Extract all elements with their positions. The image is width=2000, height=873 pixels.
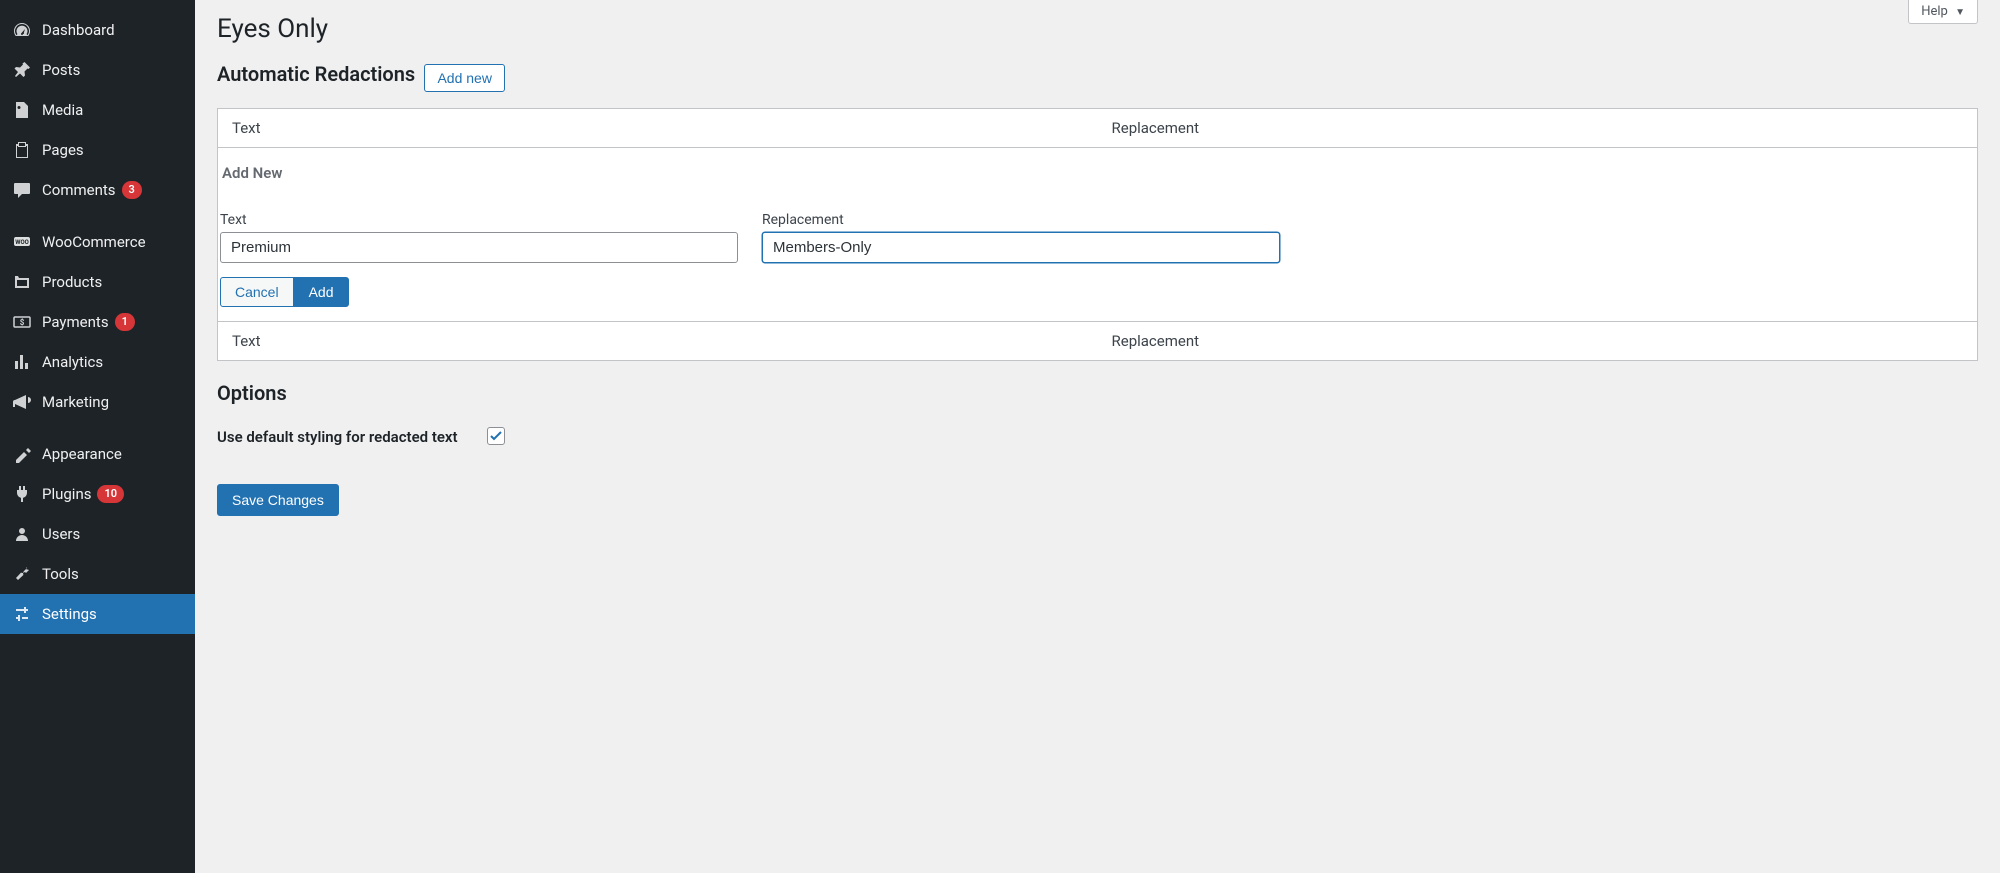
col-text-footer: Text [218, 322, 1098, 361]
sidebar-item-woocommerce[interactable]: WOO WooCommerce [0, 222, 195, 262]
replacement-field-label: Replacement [762, 212, 1280, 228]
sidebar-item-label: Marketing [42, 393, 109, 411]
sidebar-item-appearance[interactable]: Appearance [0, 434, 195, 474]
dashboard-icon [12, 20, 32, 40]
main-content: Help ▼ Eyes Only Automatic Redactions Ad… [195, 0, 2000, 873]
sidebar-item-label: Settings [42, 605, 97, 623]
analytics-icon [12, 352, 32, 372]
sidebar-item-label: Users [42, 525, 80, 543]
sidebar-item-label: Analytics [42, 353, 103, 371]
add-button[interactable]: Add [294, 277, 349, 307]
sidebar-item-label: Pages [42, 141, 84, 159]
sidebar-item-label: Tools [42, 565, 79, 583]
svg-text:$: $ [20, 318, 25, 327]
sidebar-item-label: Dashboard [42, 21, 115, 39]
help-tab[interactable]: Help ▼ [1908, 0, 1978, 24]
appearance-icon [12, 444, 32, 464]
admin-sidebar: Dashboard Posts Media Pages Comments 3 W… [0, 0, 195, 873]
marketing-icon [12, 392, 32, 412]
default-styling-checkbox[interactable] [487, 427, 505, 445]
payments-icon: $ [12, 312, 32, 332]
payments-badge: 1 [115, 313, 135, 330]
sidebar-item-pages[interactable]: Pages [0, 130, 195, 170]
options-heading: Options [217, 381, 1978, 405]
sidebar-item-label: Payments [42, 313, 109, 331]
chevron-down-icon: ▼ [1955, 7, 1965, 18]
sidebar-item-marketing[interactable]: Marketing [0, 382, 195, 422]
col-replacement-footer: Replacement [1098, 322, 1978, 361]
users-icon [12, 524, 32, 544]
sidebar-item-plugins[interactable]: Plugins 10 [0, 474, 195, 514]
sidebar-item-label: Media [42, 101, 83, 119]
sidebar-item-label: Posts [42, 61, 80, 79]
col-replacement-header: Replacement [1098, 109, 1978, 148]
sidebar-item-tools[interactable]: Tools [0, 554, 195, 594]
comments-badge: 3 [122, 181, 142, 198]
cancel-button[interactable]: Cancel [220, 277, 294, 307]
save-changes-button[interactable]: Save Changes [217, 484, 339, 516]
col-text-header: Text [218, 109, 1098, 148]
sidebar-item-label: Comments [42, 181, 116, 199]
sidebar-item-analytics[interactable]: Analytics [0, 342, 195, 382]
products-icon [12, 272, 32, 292]
sidebar-item-users[interactable]: Users [0, 514, 195, 554]
automatic-redactions-heading: Automatic Redactions [217, 62, 415, 86]
settings-icon [12, 604, 32, 624]
add-new-form: Add New Text Replacement Cancel A [218, 148, 1977, 321]
sidebar-item-label: Plugins [42, 485, 91, 503]
sidebar-item-products[interactable]: Products [0, 262, 195, 302]
sidebar-item-comments[interactable]: Comments 3 [0, 170, 195, 210]
sidebar-item-settings[interactable]: Settings [0, 594, 195, 634]
default-styling-label: Use default styling for redacted text [217, 427, 487, 448]
media-icon [12, 100, 32, 120]
sidebar-separator [0, 422, 195, 434]
redactions-table: Text Replacement Add New Text Replacemen… [217, 108, 1978, 361]
sidebar-item-payments[interactable]: $ Payments 1 [0, 302, 195, 342]
plugins-badge: 10 [97, 485, 124, 502]
text-field-label: Text [220, 212, 738, 228]
sidebar-item-label: Appearance [42, 445, 122, 463]
plugins-icon [12, 484, 32, 504]
comment-icon [12, 180, 32, 200]
woo-icon: WOO [12, 232, 32, 252]
sidebar-item-media[interactable]: Media [0, 90, 195, 130]
sidebar-item-posts[interactable]: Posts [0, 50, 195, 90]
page-icon [12, 140, 32, 160]
help-label: Help [1921, 4, 1948, 19]
add-new-button[interactable]: Add new [424, 64, 504, 92]
pin-icon [12, 60, 32, 80]
text-input[interactable] [220, 232, 738, 263]
sidebar-item-label: Products [42, 273, 102, 291]
add-new-heading: Add New [220, 164, 1975, 182]
svg-text:WOO: WOO [15, 239, 29, 246]
sidebar-separator [0, 210, 195, 222]
page-title: Eyes Only [217, 0, 1978, 54]
replacement-input[interactable] [762, 232, 1280, 263]
sidebar-item-dashboard[interactable]: Dashboard [0, 10, 195, 50]
tools-icon [12, 564, 32, 584]
sidebar-item-label: WooCommerce [42, 233, 146, 251]
